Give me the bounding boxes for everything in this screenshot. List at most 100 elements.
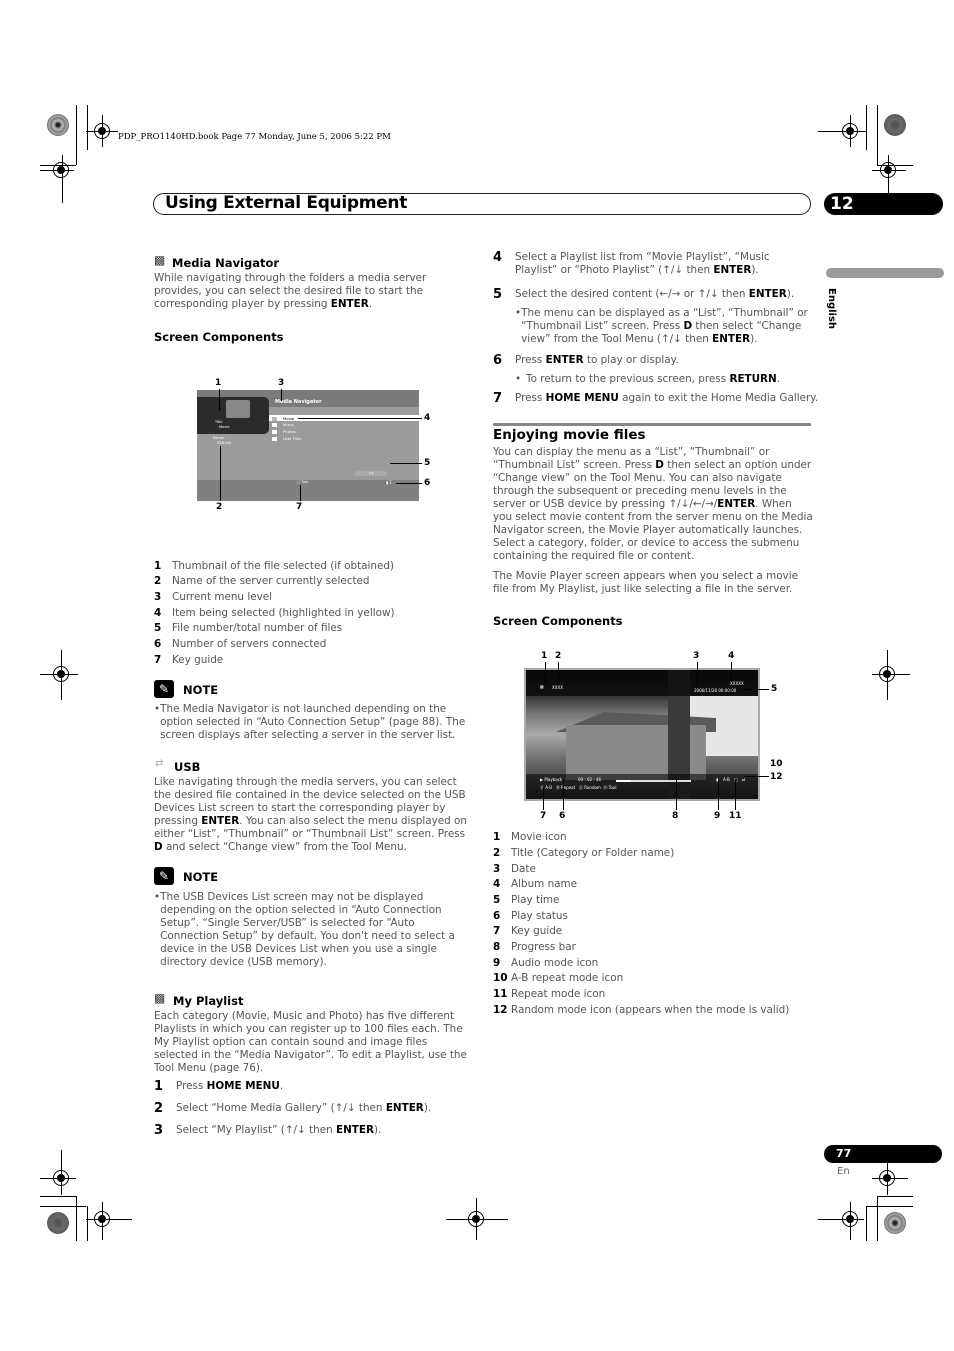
callout-number: 9 (714, 811, 721, 821)
note-pencil-icon: ✎ (154, 680, 174, 698)
mp-date-time: 2006/11/26 00:00:00 (694, 688, 737, 693)
step-item: 4 Select a Playlist list from “Movie Play… (493, 250, 770, 276)
list-item: 2 Title (Category or Folder name) (493, 847, 675, 859)
callout-number: 5 (771, 684, 778, 694)
my-playlist-body: Each category (Movie, Music and Photo) h… (154, 1010, 467, 1074)
mn-screen: Media Navigator Title Movie Server XXXXX… (197, 390, 419, 501)
ab-repeat-icon: A-B (723, 777, 730, 782)
media-navigator-icon: ▩ (154, 253, 166, 267)
page-title: Using External Equipment (165, 193, 408, 213)
callout-number: 11 (729, 811, 742, 821)
enjoying-movie-files-heading: Enjoying movie files (493, 427, 646, 443)
callout-number: 5 (424, 458, 431, 468)
list-item: 3 Date (493, 863, 536, 875)
callout-number: 6 (559, 811, 566, 821)
list-item: 3 Current menu level (154, 591, 273, 603)
step-item: 3 Select “My Playlist” (↑/↓ then ENTER). (154, 1123, 382, 1138)
movie-icon: ▩ (540, 684, 544, 689)
callout-number: 12 (770, 772, 783, 782)
mn-thumbnail: Title Movie (197, 397, 269, 434)
mn-server-count: ▮ 1 (386, 480, 393, 485)
mn-list-item[interactable]: User Files (272, 436, 301, 441)
chapter-number: 12 (824, 193, 943, 215)
enjoying-body: You can display the menu as a “List”, “T… (493, 446, 813, 562)
note-label: NOTE (183, 870, 219, 884)
mn-key-guide: ○ Tool (297, 480, 309, 484)
mp-screen: ▩ XXXX XXXXX 2006/11/26 00:00:00 ▶ Playb… (524, 668, 760, 801)
callout-number: 1 (541, 651, 548, 661)
language-code: En (837, 1166, 850, 1177)
language-label: English (826, 288, 837, 330)
section-divider (493, 423, 811, 426)
callout-number: 2 (555, 651, 562, 661)
list-item: 2 Name of the server currently selected (154, 575, 370, 587)
folder-icon (272, 429, 277, 434)
mn-server-name: Server XXXXXX (213, 436, 232, 445)
random-mode-icon: ⇄ (742, 777, 746, 782)
note-text: • The USB Devices List screen may not be … (154, 891, 455, 968)
color-rosette-icon (47, 1212, 69, 1234)
list-item: 4 Item being selected (highlighted in yel… (154, 607, 395, 619)
list-item: 11 Repeat mode icon (493, 988, 606, 1000)
list-item: 4 Album name (493, 878, 578, 890)
step-bullet: • The menu can be displayed as a “List”, … (515, 307, 808, 345)
list-item: 7 Key guide (493, 925, 563, 937)
step-bullet: • To return to the previous screen, press… (515, 373, 781, 385)
list-item: 1 Movie icon (493, 831, 567, 843)
callout-number: 1 (215, 378, 222, 388)
print-info: PDP_PRO1140HD.book Page 77 Monday, June … (118, 132, 391, 142)
list-item: 5 Play time (493, 894, 560, 906)
page-number: 77 (824, 1145, 942, 1163)
note-label: NOTE (183, 683, 219, 697)
callout-number: 7 (296, 502, 303, 512)
screen-components-heading: Screen Components (154, 330, 284, 344)
mp-progress-bar (616, 780, 691, 782)
usb-icon: ⇄ (155, 758, 164, 769)
my-playlist-heading: My Playlist (173, 994, 244, 1008)
enjoying-body-2: The Movie Player screen appears when you… (493, 570, 798, 595)
callout-number: 6 (424, 478, 431, 488)
mn-list-item[interactable]: Movie (272, 416, 294, 421)
my-playlist-icon: ▩ (154, 991, 166, 1005)
note-pencil-icon: ✎ (154, 867, 174, 885)
mp-title: XXXX (552, 685, 563, 690)
media-navigator-heading: Media Navigator (172, 256, 280, 270)
mn-title-value: Movie (219, 425, 230, 429)
callout-number: 3 (278, 378, 285, 388)
callout-number: 7 (540, 811, 547, 821)
list-item: 5 File number/total number of files (154, 622, 343, 634)
color-rosette-icon (47, 114, 69, 136)
mp-album: XXXXX (730, 681, 744, 686)
list-item: 8 Progress bar (493, 941, 576, 953)
color-rosette-icon (884, 114, 906, 136)
list-item: 6 Play status (493, 910, 568, 922)
folder-icon (272, 416, 277, 421)
folder-icon (272, 422, 277, 427)
language-tab-bar (826, 268, 944, 278)
mn-list-item[interactable]: Photos (272, 429, 296, 434)
usb-body: Like navigating through the media server… (154, 776, 467, 853)
mp-elapsed: 00 : 02 : 46 (578, 777, 602, 782)
list-item: 12 Random mode icon (appears when the mod… (493, 1004, 790, 1016)
step-item: 1 Press HOME MENU. (154, 1079, 284, 1094)
folder-icon (226, 400, 250, 418)
mn-list-item[interactable]: Music (272, 422, 294, 427)
color-rosette-icon (884, 1212, 906, 1234)
callout-number: 10 (770, 759, 783, 769)
callout-number: 8 (672, 811, 679, 821)
callout-number: 4 (424, 413, 431, 423)
callout-number: 2 (216, 502, 223, 512)
list-item: 10 A-B repeat mode icon (493, 972, 624, 984)
step-item: 5 Select the desired content (←/→ or ↑/↓ … (493, 287, 795, 302)
mn-file-count: 1/4 (355, 471, 387, 476)
screen-components-heading: Screen Components (493, 614, 623, 628)
list-item: 1 Thumbnail of the file selected (if obta… (154, 560, 395, 572)
mp-key-guide: Ⓐ A-B Ⓑ Repeat Ⓒ Random Ⓓ Tool (540, 785, 617, 790)
callout-number: 4 (728, 651, 735, 661)
mp-play-status: ▶ Playback (540, 777, 563, 782)
step-item: 2 Select “Home Media Gallery” (↑/↓ then E… (154, 1101, 432, 1116)
list-item: 6 Number of servers connected (154, 638, 327, 650)
list-item: 9 Audio mode icon (493, 957, 599, 969)
step-item: 6 Press ENTER to play or display. (493, 353, 679, 368)
step-item: 7 Press HOME MENU again to exit the Home … (493, 391, 819, 406)
